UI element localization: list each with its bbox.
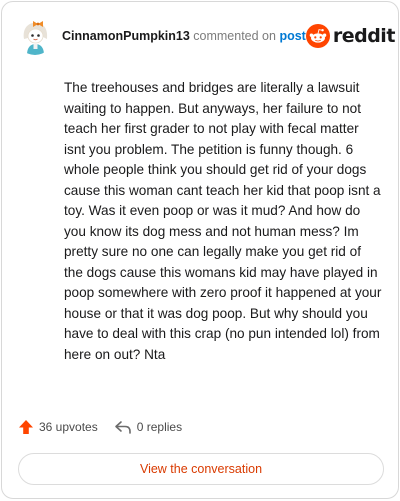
upvotes-stat[interactable]: 36 upvotes (18, 419, 98, 435)
action-text: commented on (193, 29, 276, 43)
reply-arrow-icon (114, 421, 131, 434)
username-link[interactable]: CinnamonPumpkin13 (62, 29, 190, 43)
post-link[interactable]: post (279, 29, 305, 43)
comment-stats: 36 upvotes 0 replies (18, 419, 182, 435)
reddit-snoo-icon (305, 24, 330, 48)
comment-header: CinnamonPumpkin13 commented on post redd… (16, 16, 395, 56)
view-conversation-button[interactable]: View the conversation (18, 453, 384, 485)
avatar[interactable] (16, 17, 54, 55)
comment-body: The treehouses and bridges are literally… (64, 80, 382, 362)
reddit-logo[interactable]: reddit (305, 24, 396, 48)
byline: CinnamonPumpkin13 commented on post (62, 29, 306, 43)
brand-wordmark: reddit (332, 25, 396, 47)
replies-stat[interactable]: 0 replies (114, 419, 182, 435)
avatar-icon (16, 17, 54, 55)
comment-card: CinnamonPumpkin13 commented on post redd… (1, 1, 399, 499)
upvote-arrow-icon (19, 420, 33, 434)
upvotes-count: 36 upvotes (39, 420, 98, 434)
replies-count: 0 replies (136, 420, 183, 434)
